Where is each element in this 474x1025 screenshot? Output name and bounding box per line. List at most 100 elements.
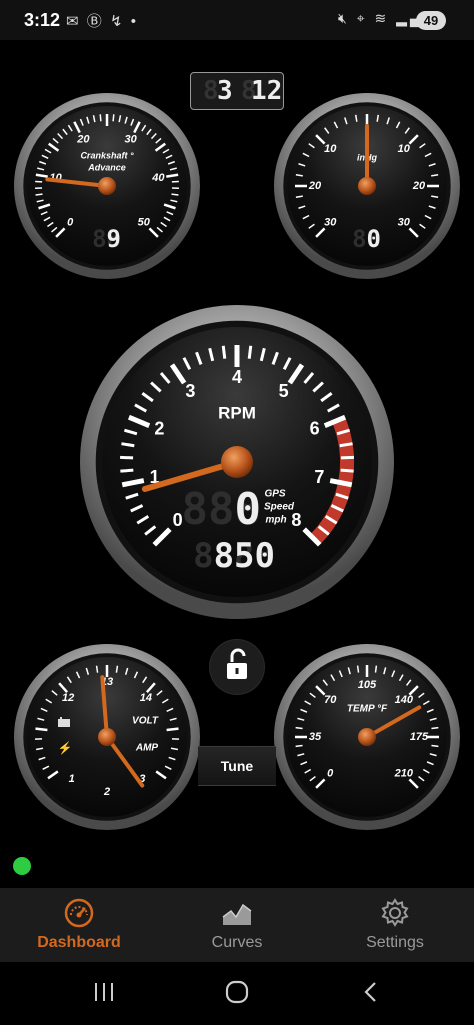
voltamp-tick — [115, 665, 119, 673]
vacuum-tick-label: 30 — [398, 217, 411, 229]
tach-tick — [221, 345, 227, 359]
vacuum-tick-label: 10 — [398, 143, 411, 155]
amp-tick-label: 2 — [103, 786, 110, 798]
tach-tick — [247, 345, 253, 359]
temp-tick-label: 140 — [395, 694, 414, 706]
wifi-icon: ≋ — [374, 10, 390, 26]
system-nav-bar — [0, 962, 474, 1025]
crankshaft-tick — [35, 193, 43, 196]
temp-tick-label: 210 — [394, 768, 414, 780]
speedometer-icon — [64, 898, 94, 928]
speed-label: GPS — [264, 489, 285, 500]
vacuum-tick-label: 20 — [308, 180, 322, 192]
crankshaft-tick-label: 50 — [138, 217, 151, 229]
temp-tick-label: 35 — [309, 731, 322, 743]
b-app-icon: Ⓑ — [86, 13, 104, 30]
tab-dashboard[interactable]: Dashboard — [0, 888, 158, 962]
temp-tick-label: 0 — [327, 768, 334, 780]
dashboard-area: 0 10 20 30 40 50 Crankshaft ° Advance 88 9 30 20 10 1… — [0, 40, 474, 888]
tach-tick-label: 4 — [232, 367, 242, 387]
battery-terminal — [60, 717, 62, 719]
tab-dashboard-label: Dashboard — [37, 934, 121, 951]
speed-readout: 0 — [235, 484, 262, 535]
mute-icon: 🔇︎ — [338, 10, 350, 26]
notification-icons: ✉ Ⓑ ↯ • — [66, 10, 138, 31]
temp-tick-label: 175 — [410, 731, 429, 743]
temp-label: TEMP °F — [347, 704, 388, 715]
temp-tick — [431, 744, 439, 748]
tach-tick-label: 3 — [185, 381, 195, 401]
dot-icon: • — [130, 13, 138, 30]
tach-tick-label: 6 — [310, 419, 320, 439]
temp-tick — [295, 726, 303, 730]
temp-tick-label: 70 — [324, 694, 337, 706]
tach-tick-label: 7 — [314, 467, 324, 487]
temp-gauge: 0 35 70 105 140 175 210 TEMP °F — [274, 644, 460, 830]
crankshaft-tick-label: 30 — [124, 134, 137, 146]
crankshaft-needle-hub — [98, 177, 116, 195]
tab-settings[interactable]: Settings — [316, 888, 474, 962]
clock-minute: 12 — [251, 76, 283, 106]
status-time: 3:12 — [24, 10, 61, 30]
tach-tick — [121, 442, 135, 448]
crankshaft-tick-label: 0 — [67, 217, 74, 229]
crankshaft-tick — [99, 114, 102, 122]
tach-tick — [120, 455, 134, 460]
voltamp-tick — [95, 665, 99, 673]
temp-tick-label: 105 — [358, 679, 377, 691]
home-icon[interactable] — [225, 980, 249, 1004]
volt-tick-label: 14 — [140, 692, 152, 704]
clock-hour: 3 — [217, 76, 233, 106]
curve-chart-icon — [222, 903, 252, 925]
crankshaft-tick — [112, 114, 115, 122]
temp-tick — [295, 744, 303, 748]
crankshaft-tick-label: 40 — [151, 172, 165, 184]
amp-tick-label: 1 — [69, 773, 75, 785]
connection-status-dot — [13, 857, 31, 875]
tach-tick — [120, 468, 134, 473]
vacuum-tick-label: 20 — [412, 180, 426, 192]
vacuum-readout: 0 — [367, 225, 381, 253]
amp-needle-hub — [98, 728, 116, 746]
volt-tick-label: 12 — [62, 692, 74, 704]
tab-curves[interactable]: Curves — [158, 888, 316, 962]
mail-icon: ✉ — [66, 13, 81, 30]
tach-needle-hub — [221, 446, 253, 478]
voltamp-tick — [35, 727, 48, 732]
amp-label: AMP — [135, 743, 159, 754]
system-icons: 🔇︎ ⌖ ≋ ▂▄ — [338, 10, 423, 27]
back-icon[interactable] — [360, 980, 384, 1004]
speed-label-2: Speed — [264, 502, 295, 513]
tab-settings-label: Settings — [366, 934, 424, 951]
crankshaft-readout: 9 — [107, 225, 121, 253]
gear-icon — [381, 898, 409, 927]
vacuum-needle-hub — [358, 177, 376, 195]
voltamp-tick — [166, 727, 179, 732]
voltamp-gauge: 121314123VOLTAMP⚡ — [14, 644, 200, 830]
battery-body — [58, 719, 70, 727]
vacuum-tick-label: 30 — [324, 217, 337, 229]
trend-icon: ↯ — [109, 13, 125, 30]
crankshaft-tick-label: 20 — [76, 134, 90, 146]
rpm-readout: 850 — [214, 536, 275, 576]
temp-needle-hub — [358, 728, 376, 746]
tach-tick — [339, 442, 353, 448]
tach-gauge: 012345678RPM8880 GPSSpeedmph8888850 — [80, 305, 394, 619]
crankshaft-gauge: 01020 304050Crankshaft °Advance889 — [14, 93, 200, 279]
tune-button[interactable]: Tune — [198, 746, 276, 786]
lock-toggle-button[interactable] — [210, 640, 264, 694]
tach-tick-label: 5 — [279, 381, 289, 401]
recent-apps-icon[interactable] — [92, 980, 116, 1004]
vacuum-gauge: 302010102030inHg880 — [274, 93, 460, 279]
status-bar: 3:12 ✉ Ⓑ ↯ • 🔇︎ ⌖ ≋ ▂▄ 49 — [0, 0, 474, 40]
vacuum-tick-label: 10 — [324, 143, 337, 155]
temp-tick — [356, 665, 360, 673]
unlock-icon — [227, 648, 247, 679]
tach-tick-label: 2 — [154, 419, 164, 439]
location-icon: ⌖ — [356, 10, 368, 26]
crankshaft-label-2: Advance — [87, 162, 126, 172]
tach-tick — [340, 455, 354, 460]
lightning-icon: ⚡ — [58, 741, 73, 755]
crankshaft-label: Crankshaft ° — [80, 150, 134, 160]
temp-tick — [374, 665, 378, 673]
